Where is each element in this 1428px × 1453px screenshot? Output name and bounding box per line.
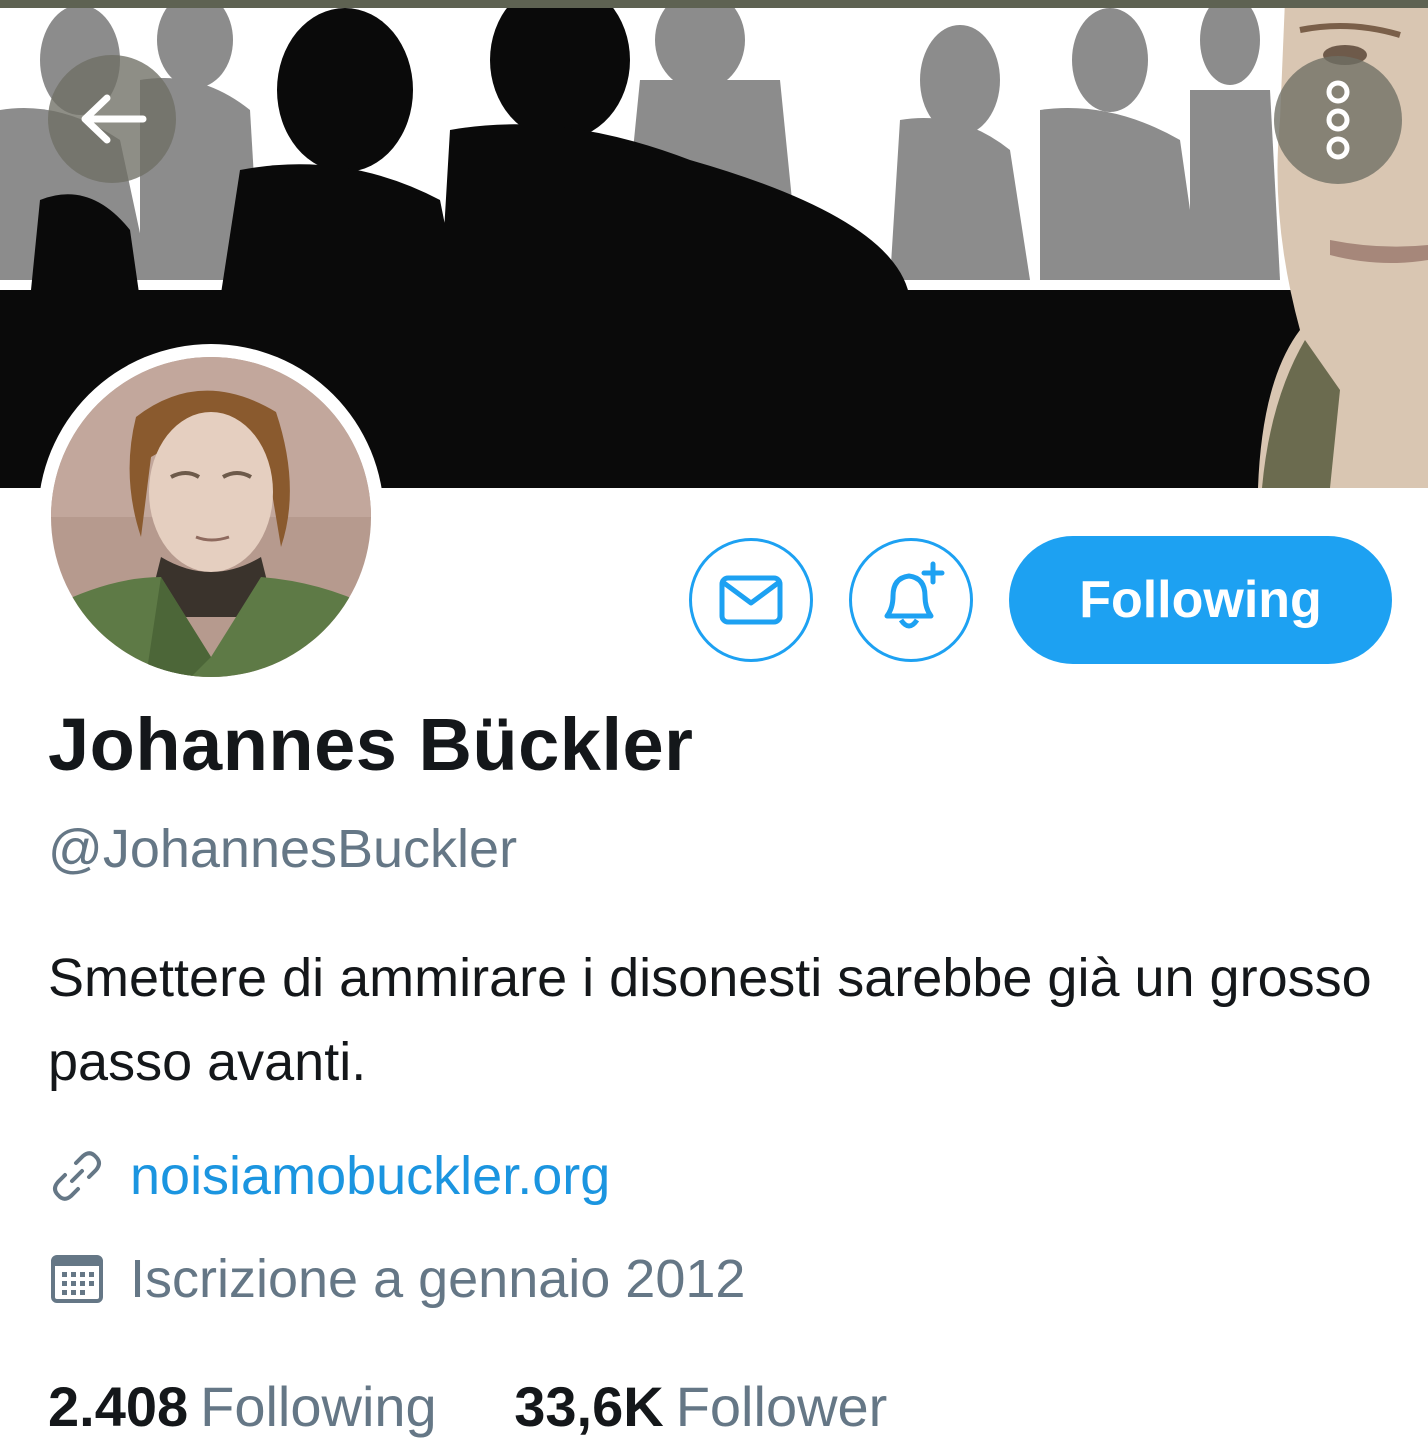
envelope-icon: [719, 575, 783, 625]
arrow-left-icon: [81, 94, 147, 144]
profile-name: Johannes Bückler: [48, 703, 694, 786]
join-date: Iscrizione a gennaio 2012: [130, 1249, 746, 1309]
following-label: Following: [200, 1375, 437, 1438]
profile-stats: 2.408 Following 33,6K Follower: [48, 1374, 949, 1439]
website-row: noisiamobuckler.org: [48, 1145, 610, 1207]
website-link[interactable]: noisiamobuckler.org: [130, 1145, 610, 1207]
followers-label: Follower: [675, 1375, 888, 1438]
notifications-button[interactable]: [849, 538, 973, 662]
join-date-row: Iscrizione a gennaio 2012: [48, 1248, 745, 1310]
followers-count: 33,6K: [514, 1375, 664, 1438]
calendar-icon: [48, 1250, 106, 1308]
back-button[interactable]: [48, 55, 176, 183]
more-options-button[interactable]: [1274, 56, 1402, 184]
bell-plus-icon: [884, 561, 945, 629]
following-button[interactable]: Following: [1009, 536, 1392, 664]
avatar-portrait: [51, 357, 371, 677]
profile-bio: Smettere di ammirare i disonesti sarebbe…: [48, 948, 1372, 1092]
followers-stat[interactable]: 33,6K Follower: [514, 1374, 887, 1439]
following-count: 2.408: [48, 1375, 189, 1438]
link-icon: [48, 1147, 106, 1205]
more-vertical-icon: [1326, 80, 1350, 160]
profile-handle: @JohannesBuckler: [48, 819, 518, 879]
message-button[interactable]: [689, 538, 813, 662]
following-stat[interactable]: 2.408 Following: [48, 1374, 437, 1439]
banner-top-edge: [0, 0, 1428, 8]
avatar[interactable]: [38, 344, 384, 690]
